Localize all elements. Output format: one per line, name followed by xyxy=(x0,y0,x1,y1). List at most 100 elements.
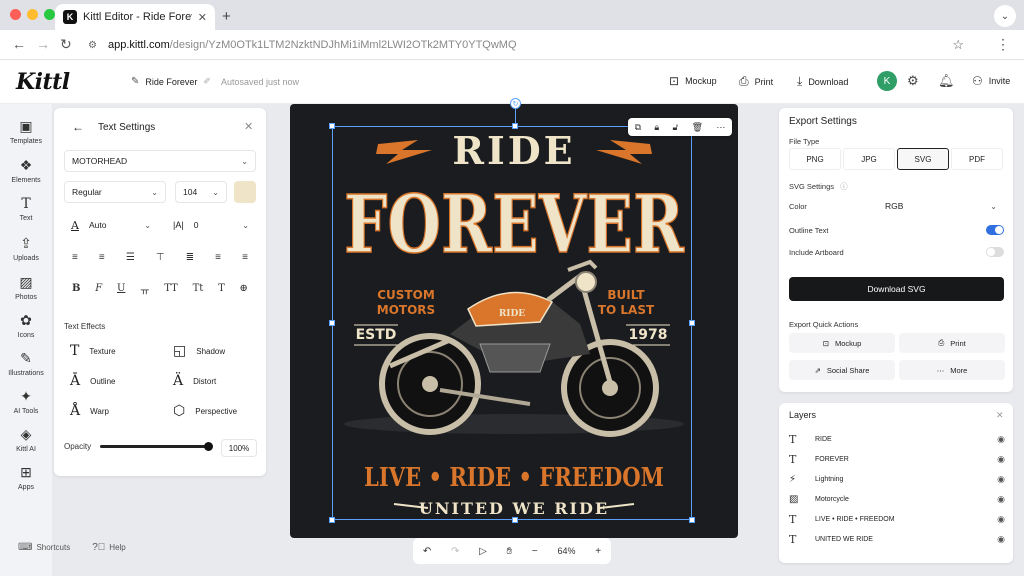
text-transform-icon[interactable]: ㅠ xyxy=(140,283,149,298)
align-left-icon[interactable]: ≡ xyxy=(72,252,78,263)
align-center-icon[interactable]: ≡ xyxy=(99,252,105,263)
maximize-window-button[interactable] xyxy=(44,9,55,20)
layer-item[interactable]: T UNITED WE RIDE ◉ xyxy=(789,530,1005,548)
zoom-level[interactable]: 64% xyxy=(557,546,575,556)
lock-icon[interactable]: 🔒︎ xyxy=(654,122,659,133)
unlock-icon[interactable]: 🔓︎ xyxy=(672,122,678,133)
effect-distort[interactable]: Ä Distort xyxy=(173,373,216,389)
back-arrow-icon[interactable]: ← xyxy=(12,36,26,52)
outline-text-toggle[interactable] xyxy=(986,225,1004,235)
justify-icon[interactable]: ≡ xyxy=(242,252,248,263)
align-right-icon[interactable]: ≡ xyxy=(215,252,221,263)
close-window-button[interactable] xyxy=(10,9,21,20)
resize-handle-l[interactable] xyxy=(329,320,335,326)
resize-handle-r[interactable] xyxy=(689,320,695,326)
layer-item[interactable]: T RIDE ◉ xyxy=(789,430,1005,448)
notification-bell-icon[interactable]: 🔔︎ xyxy=(938,73,955,89)
layer-item[interactable]: ⚡︎ Lightning ◉ xyxy=(789,470,1005,488)
effect-shadow[interactable]: ◱ Shadow xyxy=(173,343,225,359)
browser-tab[interactable]: K Kittl Editor - Ride Forever ✕ xyxy=(55,4,215,30)
download-button[interactable]: ⤓ Download xyxy=(797,74,848,89)
print-button[interactable]: ⎙ Print xyxy=(739,74,773,89)
more-options-icon[interactable]: ⋯ xyxy=(716,122,725,133)
file-type-svg[interactable]: SVG xyxy=(897,148,949,170)
selection-box[interactable] xyxy=(332,126,692,520)
forward-arrow-icon[interactable]: → xyxy=(36,36,50,52)
file-type-pdf[interactable]: PDF xyxy=(951,148,1003,170)
smallcaps-icon[interactable]: Tt xyxy=(193,283,204,298)
resize-handle-br[interactable] xyxy=(689,517,695,523)
preview-play-icon[interactable]: ▷ xyxy=(479,546,487,557)
delete-icon[interactable]: 🗑︎ xyxy=(692,122,703,133)
rename-pencil-icon[interactable]: ✐ xyxy=(203,76,211,87)
list-icon[interactable]: ☰ xyxy=(126,252,135,263)
file-type-png[interactable]: PNG xyxy=(789,148,841,170)
zoom-out-icon[interactable]: − xyxy=(532,546,538,557)
zoom-in-icon[interactable]: + xyxy=(595,546,601,557)
eye-icon[interactable]: ◉ xyxy=(997,474,1005,485)
bookmark-star-icon[interactable]: ☆ xyxy=(952,37,964,53)
new-tab-icon[interactable]: + xyxy=(222,8,231,25)
sidebar-item-ai-tools[interactable]: ✦ AI Tools xyxy=(0,388,52,415)
help-link[interactable]: ?⃝ Help xyxy=(92,542,126,553)
sidebar-item-illustrations[interactable]: ✎ Illustrations xyxy=(0,350,52,377)
back-arrow-icon[interactable]: ← xyxy=(72,120,84,134)
sidebar-item-text[interactable]: T Text xyxy=(0,196,52,222)
project-name[interactable]: Ride Forever xyxy=(145,77,197,87)
include-artboard-toggle[interactable] xyxy=(986,247,1004,257)
resize-handle-t[interactable] xyxy=(512,123,518,129)
align-top-icon[interactable]: ⊤ xyxy=(156,252,165,263)
eye-icon[interactable]: ◉ xyxy=(997,454,1005,465)
line-height-select[interactable]: A Auto ⌄ xyxy=(64,214,158,236)
avatar[interactable]: K xyxy=(877,71,897,91)
sidebar-item-photos[interactable]: ▨ Photos xyxy=(0,274,52,301)
layer-item[interactable]: T LIVE • RIDE • FREEDOM ◉ xyxy=(789,510,1005,528)
italic-icon[interactable]: F xyxy=(95,283,102,298)
uppercase-icon[interactable]: TT xyxy=(164,283,178,298)
bold-icon[interactable]: B xyxy=(72,283,80,298)
quick-social-share-button[interactable]: ⇗ Social Share xyxy=(789,360,895,380)
font-weight-select[interactable]: Regular ⌄ xyxy=(64,181,166,203)
shortcuts-link[interactable]: ⌨ Shortcuts xyxy=(18,542,70,553)
close-tab-icon[interactable]: ✕ xyxy=(198,11,207,24)
sidebar-item-icons[interactable]: ✿ Icons xyxy=(0,312,52,339)
info-icon[interactable]: ⓘ xyxy=(840,182,848,191)
text-color-swatch[interactable] xyxy=(234,181,256,203)
underline-icon[interactable]: U xyxy=(117,283,125,298)
quick-mockup-button[interactable]: ⊡ Mockup xyxy=(789,333,895,353)
browser-menu-icon[interactable]: ⋮ xyxy=(996,36,1010,53)
opacity-slider[interactable] xyxy=(100,442,213,451)
opacity-slider-handle[interactable] xyxy=(204,442,213,451)
sidebar-item-apps[interactable]: ⊞ Apps xyxy=(0,464,52,491)
opacity-input[interactable]: 100% xyxy=(221,439,257,457)
effect-warp[interactable]: Å Warp xyxy=(70,403,109,419)
strike-icon[interactable]: T xyxy=(218,283,225,298)
quick-print-button[interactable]: ⎙ Print xyxy=(899,333,1005,353)
settings-gear-icon[interactable]: ⚙ xyxy=(907,73,919,89)
eye-icon[interactable]: ◉ xyxy=(997,514,1005,525)
effect-perspective[interactable]: ⬡ Perspective xyxy=(173,403,237,419)
effect-outline[interactable]: Ā Outline xyxy=(70,373,115,389)
effect-texture[interactable]: T Texture xyxy=(70,343,116,359)
redo-icon[interactable]: ↷ xyxy=(451,546,459,557)
kittl-logo[interactable]: Kittl xyxy=(16,69,70,95)
profile-chevron-icon[interactable]: ⌄ xyxy=(994,5,1016,27)
undo-icon[interactable]: ↶ xyxy=(423,546,431,557)
invite-button[interactable]: ⚇ Invite xyxy=(972,74,1010,88)
eye-icon[interactable]: ◉ xyxy=(997,434,1005,445)
minimize-window-button[interactable] xyxy=(27,9,38,20)
site-info-icon[interactable]: ⚙ xyxy=(88,40,100,51)
rotate-handle-icon[interactable]: ↻ xyxy=(510,98,521,109)
download-svg-button[interactable]: Download SVG xyxy=(789,277,1004,301)
eye-icon[interactable]: ◉ xyxy=(997,534,1005,545)
eye-icon[interactable]: ◉ xyxy=(997,494,1005,505)
letter-spacing-select[interactable]: |A| 0 ⌄ xyxy=(166,214,256,236)
pan-hand-icon[interactable]: ✋︎ xyxy=(507,546,513,557)
sidebar-item-kittl-ai[interactable]: ◈ Kittl AI xyxy=(0,426,52,453)
font-size-select[interactable]: 104 ⌄ xyxy=(175,181,227,203)
file-type-jpg[interactable]: JPG xyxy=(843,148,895,170)
sidebar-item-uploads[interactable]: ⇪ Uploads xyxy=(0,235,52,262)
reload-icon[interactable]: ↻ xyxy=(60,36,72,53)
layer-item[interactable]: T FOREVER ◉ xyxy=(789,450,1005,468)
resize-handle-bl[interactable] xyxy=(329,517,335,523)
